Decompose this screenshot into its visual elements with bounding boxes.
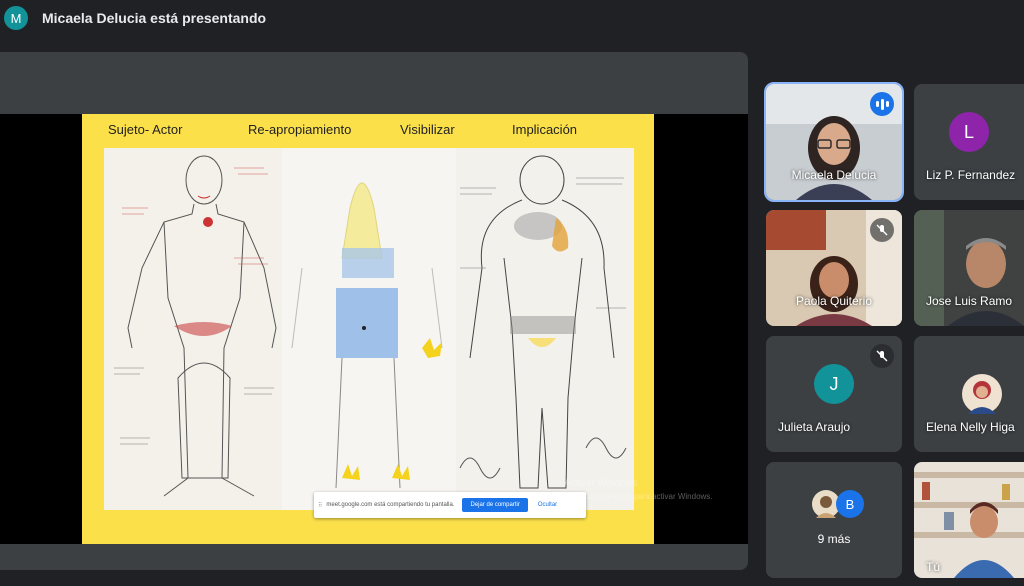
slide-heading-visibilizar: Visibilizar: [400, 122, 455, 137]
windows-activation-hint: Ve a Configuración para activar Windows.: [564, 492, 713, 501]
body-drawing-2: [282, 148, 456, 510]
body-map-poster: [104, 148, 634, 510]
presenter-avatar: M: [4, 6, 28, 30]
more-participants-tile[interactable]: B 9 más: [766, 462, 902, 578]
participant-tile-liz[interactable]: L Liz P. Fernandez: [914, 84, 1024, 200]
participant-name: Paola Quiterio: [795, 294, 873, 308]
drag-handle-icon[interactable]: ⠿: [318, 502, 322, 509]
participant-tile-self[interactable]: Tú: [914, 462, 1024, 578]
screen-share-notice: ⠿ meet.google.com está compartiendo tu p…: [314, 492, 586, 518]
participant-name: Elena Nelly Higa: [926, 420, 1015, 434]
hide-notice-button[interactable]: Ocultar: [538, 502, 557, 508]
participant-name: Tú: [926, 560, 941, 574]
participant-avatar: B: [836, 490, 864, 518]
participant-tile-micaela[interactable]: Micaela Delucia: [764, 82, 904, 202]
slide-heading-reapropiamiento: Re-apropiamiento: [248, 122, 352, 137]
participant-photo: [962, 374, 1002, 414]
participant-tile-paola[interactable]: Paola Quiterio: [766, 210, 902, 326]
more-participants-avatars: B: [812, 490, 872, 518]
participant-video: [914, 210, 1024, 326]
mic-off-icon: [870, 218, 894, 242]
participant-name: Micaela Delucia: [791, 168, 877, 182]
slide-headings: Sujeto- Actor Re-apropiamiento Visibiliz…: [82, 122, 654, 140]
stop-sharing-button[interactable]: Dejar de compartir: [462, 498, 528, 512]
presenter-bar: M Micaela Delucia está presentando: [0, 0, 1024, 36]
shared-screen: Sujeto- Actor Re-apropiamiento Visibiliz…: [0, 114, 748, 544]
more-participants-count: 9 más: [817, 532, 851, 546]
speaking-indicator-icon: [870, 92, 894, 116]
participant-tile-elena[interactable]: Elena Nelly Higa: [914, 336, 1024, 452]
slide-heading-sujeto: Sujeto- Actor: [108, 122, 183, 137]
participant-name: Jose Luis Ramo: [926, 294, 1013, 308]
share-message: meet.google.com está compartiendo tu pan…: [326, 502, 455, 508]
participant-avatar: L: [949, 112, 989, 152]
windows-activation-title: Activar Windows: [564, 478, 638, 489]
participant-tile-jose[interactable]: Jose Luis Ramo: [914, 210, 1024, 326]
participant-avatar: J: [814, 364, 854, 404]
participant-name: Liz P. Fernandez: [926, 168, 1016, 182]
mic-off-icon: [870, 344, 894, 368]
body-drawing-3: [456, 148, 634, 510]
participant-tile-julieta[interactable]: J Julieta Araujo: [766, 336, 902, 452]
participant-name: Julieta Araujo: [778, 420, 851, 434]
presenter-title: Micaela Delucia está presentando: [42, 10, 267, 26]
slide-heading-implicacion: Implicación: [512, 122, 578, 137]
body-drawing-1: [104, 148, 282, 510]
presentation-stage: Sujeto- Actor Re-apropiamiento Visibiliz…: [0, 52, 748, 570]
